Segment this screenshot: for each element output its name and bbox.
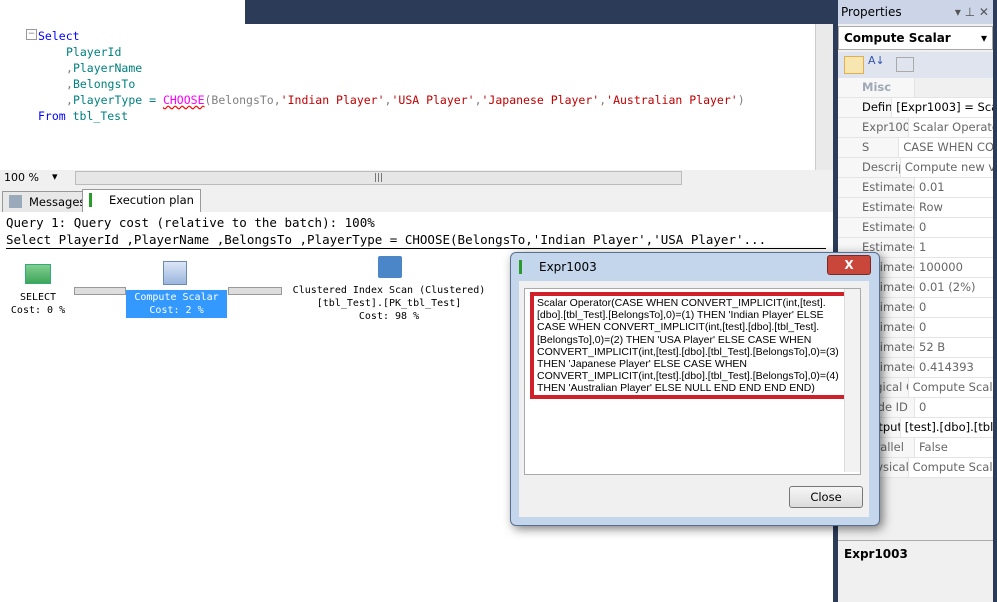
editor-vertical-scrollbar[interactable] [815, 24, 833, 170]
property-row[interactable]: Estimated 0.01 [838, 178, 993, 198]
code-line: BelongsTo [72, 77, 136, 91]
property-name: Description [838, 158, 901, 177]
property-value: CASE WHEN CONVERT [903, 140, 993, 154]
tab-messages[interactable]: Messages [2, 191, 93, 212]
query-header: Query 1: Query cost (relative to the bat… [6, 214, 826, 249]
property-name: S [838, 138, 900, 157]
property-value: 0 [919, 320, 927, 334]
close-icon[interactable]: X [827, 255, 871, 275]
property-value [915, 78, 919, 97]
property-value: 0.414393 [919, 360, 974, 374]
sql-code[interactable]: Select PlayerId ,PlayerName ,BelongsTo ,… [38, 28, 745, 124]
alphabetical-sort-icon[interactable]: A↓ [868, 54, 885, 67]
property-value: 0 [919, 300, 927, 314]
property-name: Misc [838, 78, 915, 97]
property-value: 52 B [919, 340, 946, 354]
results-tabs: Messages Execution plan [0, 186, 833, 213]
property-row[interactable]: Expr1003Scalar Operator [838, 118, 993, 138]
clustered-index-scan-icon [378, 256, 402, 278]
collapse-icon[interactable]: − [26, 29, 37, 40]
dialog-scrollbar[interactable] [844, 289, 860, 472]
object-selector[interactable]: Compute Scalar ▾ [838, 26, 993, 50]
property-row[interactable]: Misc [838, 78, 993, 98]
property-value: Compute new values [904, 160, 993, 174]
plan-arrow [74, 287, 126, 295]
plan-icon [89, 193, 104, 207]
expression-textbox[interactable]: Scalar Operator(CASE WHEN CONVERT_IMPLIC… [524, 288, 861, 475]
property-value: Compute Scalar [912, 460, 993, 474]
document-tab-area[interactable] [0, 0, 245, 24]
plan-node-clustered-index-scan[interactable]: Clustered Index Scan (Clustered) [tbl_Tes… [283, 284, 495, 323]
property-value: 0 [919, 400, 927, 414]
property-row[interactable]: Defined Values[Expr1003] = Scalar Operat… [838, 98, 993, 118]
code-line: From tbl_Test [38, 109, 129, 123]
property-pages-icon[interactable] [896, 57, 914, 72]
properties-title-bar: Properties ▾ ⊥ ✕ [838, 0, 993, 24]
plan-node-compute-scalar[interactable]: Compute Scalar Cost: 2 % [126, 290, 227, 318]
zoom-select[interactable]: 100 % [4, 171, 39, 184]
property-row[interactable]: Estimated 0 [838, 218, 993, 238]
property-row[interactable]: Estimated Row [838, 198, 993, 218]
select-icon [25, 264, 51, 284]
query-editor[interactable]: − Select PlayerId ,PlayerName ,BelongsTo… [0, 24, 833, 170]
property-name: Estimated [838, 218, 915, 237]
property-value: False [919, 440, 948, 454]
property-value: Scalar Operator [912, 120, 993, 134]
property-name: Expr1003 [838, 118, 909, 137]
close-button[interactable]: Close [789, 486, 863, 508]
editor-horizontal-scrollbar[interactable]: ||| [75, 171, 682, 185]
chevron-down-icon[interactable]: ▾ [52, 170, 58, 183]
zoom-bar: 100 % ▾ ||| [0, 170, 833, 186]
property-value: 0 [919, 220, 927, 234]
property-name: Defined Values [838, 98, 893, 117]
property-name: Estimated [838, 178, 915, 197]
property-value: 0.01 (2%) [919, 280, 976, 294]
property-value: [test].[dbo].[tbl_Test] [904, 420, 993, 434]
code-line: Select [38, 29, 80, 43]
property-value: 1 [919, 240, 927, 254]
messages-icon [9, 195, 22, 208]
plan-node-select[interactable]: SELECT Cost: 0 % [0, 291, 76, 317]
properties-toolbar: A↓ [838, 52, 993, 78]
code-line: PlayerId [66, 45, 122, 59]
property-value: Row [919, 200, 943, 214]
property-row[interactable]: DescriptionCompute new values [838, 158, 993, 178]
property-row[interactable]: SCASE WHEN CONVERT [838, 138, 993, 158]
code-line: PlayerName [72, 61, 143, 75]
property-value: Compute Scalar [912, 380, 993, 394]
property-value: [Expr1003] = Scalar Operator [896, 100, 993, 114]
expression-dialog: Expr1003 X Scalar Operator(CASE WHEN CON… [510, 252, 880, 526]
pin-close-icons[interactable]: ▾ ⊥ ✕ [955, 0, 989, 24]
tab-execution-plan[interactable]: Execution plan [82, 189, 201, 213]
property-description: Expr1003 [838, 540, 993, 602]
expression-text: Scalar Operator(CASE WHEN CONVERT_IMPLIC… [530, 292, 848, 399]
plan-arrow [228, 287, 282, 295]
categorized-icon[interactable] [844, 56, 864, 74]
compute-scalar-icon [163, 261, 187, 285]
property-value: 100000 [919, 260, 963, 274]
dialog-title: Expr1003 [539, 260, 597, 274]
plan-icon [519, 260, 534, 274]
property-name: Estimated [838, 198, 915, 217]
code-line: ,PlayerType = CHOOSE(BelongsTo,'Indian P… [66, 93, 745, 107]
property-value: 0.01 [919, 180, 945, 194]
